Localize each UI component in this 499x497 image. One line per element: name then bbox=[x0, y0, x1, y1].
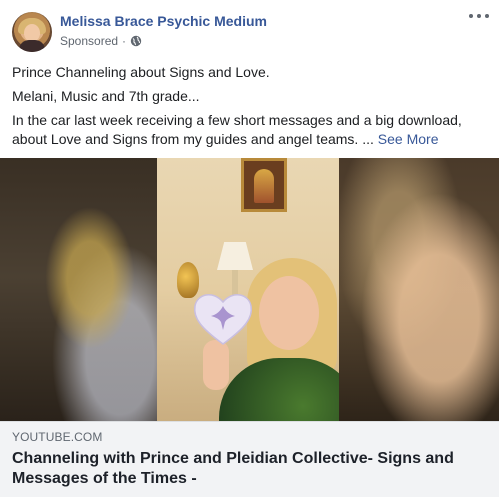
dot bbox=[469, 14, 473, 18]
blurred-background-left bbox=[0, 158, 157, 421]
link-domain: YOUTUBE.COM bbox=[12, 430, 103, 444]
heart-dove-card bbox=[191, 286, 255, 350]
avatar-clothing bbox=[19, 40, 45, 52]
blurred-background-right bbox=[339, 158, 499, 421]
page-avatar[interactable] bbox=[12, 12, 52, 52]
video-thumbnail[interactable] bbox=[0, 158, 499, 421]
see-more-link[interactable]: See More bbox=[378, 131, 439, 147]
post-text-line-3: In the car last week receiving a few sho… bbox=[12, 111, 487, 149]
religious-icon-painting bbox=[241, 158, 287, 212]
person-face bbox=[259, 276, 319, 350]
meta-separator: · bbox=[122, 34, 127, 48]
globe-icon[interactable] bbox=[130, 35, 142, 47]
person-body bbox=[219, 358, 339, 421]
link-preview[interactable]: YOUTUBE.COM Channeling with Prince and P… bbox=[0, 421, 499, 497]
video-frame bbox=[157, 158, 339, 421]
post-text-line-2: Melani, Music and 7th grade... bbox=[12, 88, 200, 104]
dot bbox=[485, 14, 489, 18]
post-header: Melissa Brace Psychic Medium Sponsored · bbox=[0, 0, 499, 56]
lamp-shade bbox=[217, 242, 253, 270]
dot bbox=[477, 14, 481, 18]
link-title[interactable]: Channeling with Prince and Pleidian Coll… bbox=[12, 449, 487, 489]
page-name-link[interactable]: Melissa Brace Psychic Medium bbox=[60, 13, 267, 29]
post-text-line-1: Prince Channeling about Signs and Love. bbox=[12, 64, 270, 80]
sponsored-post: Melissa Brace Psychic Medium Sponsored ·… bbox=[0, 0, 499, 497]
sponsored-label[interactable]: Sponsored bbox=[60, 34, 118, 48]
more-options-icon[interactable] bbox=[469, 10, 489, 22]
post-meta: Sponsored · bbox=[60, 34, 142, 48]
